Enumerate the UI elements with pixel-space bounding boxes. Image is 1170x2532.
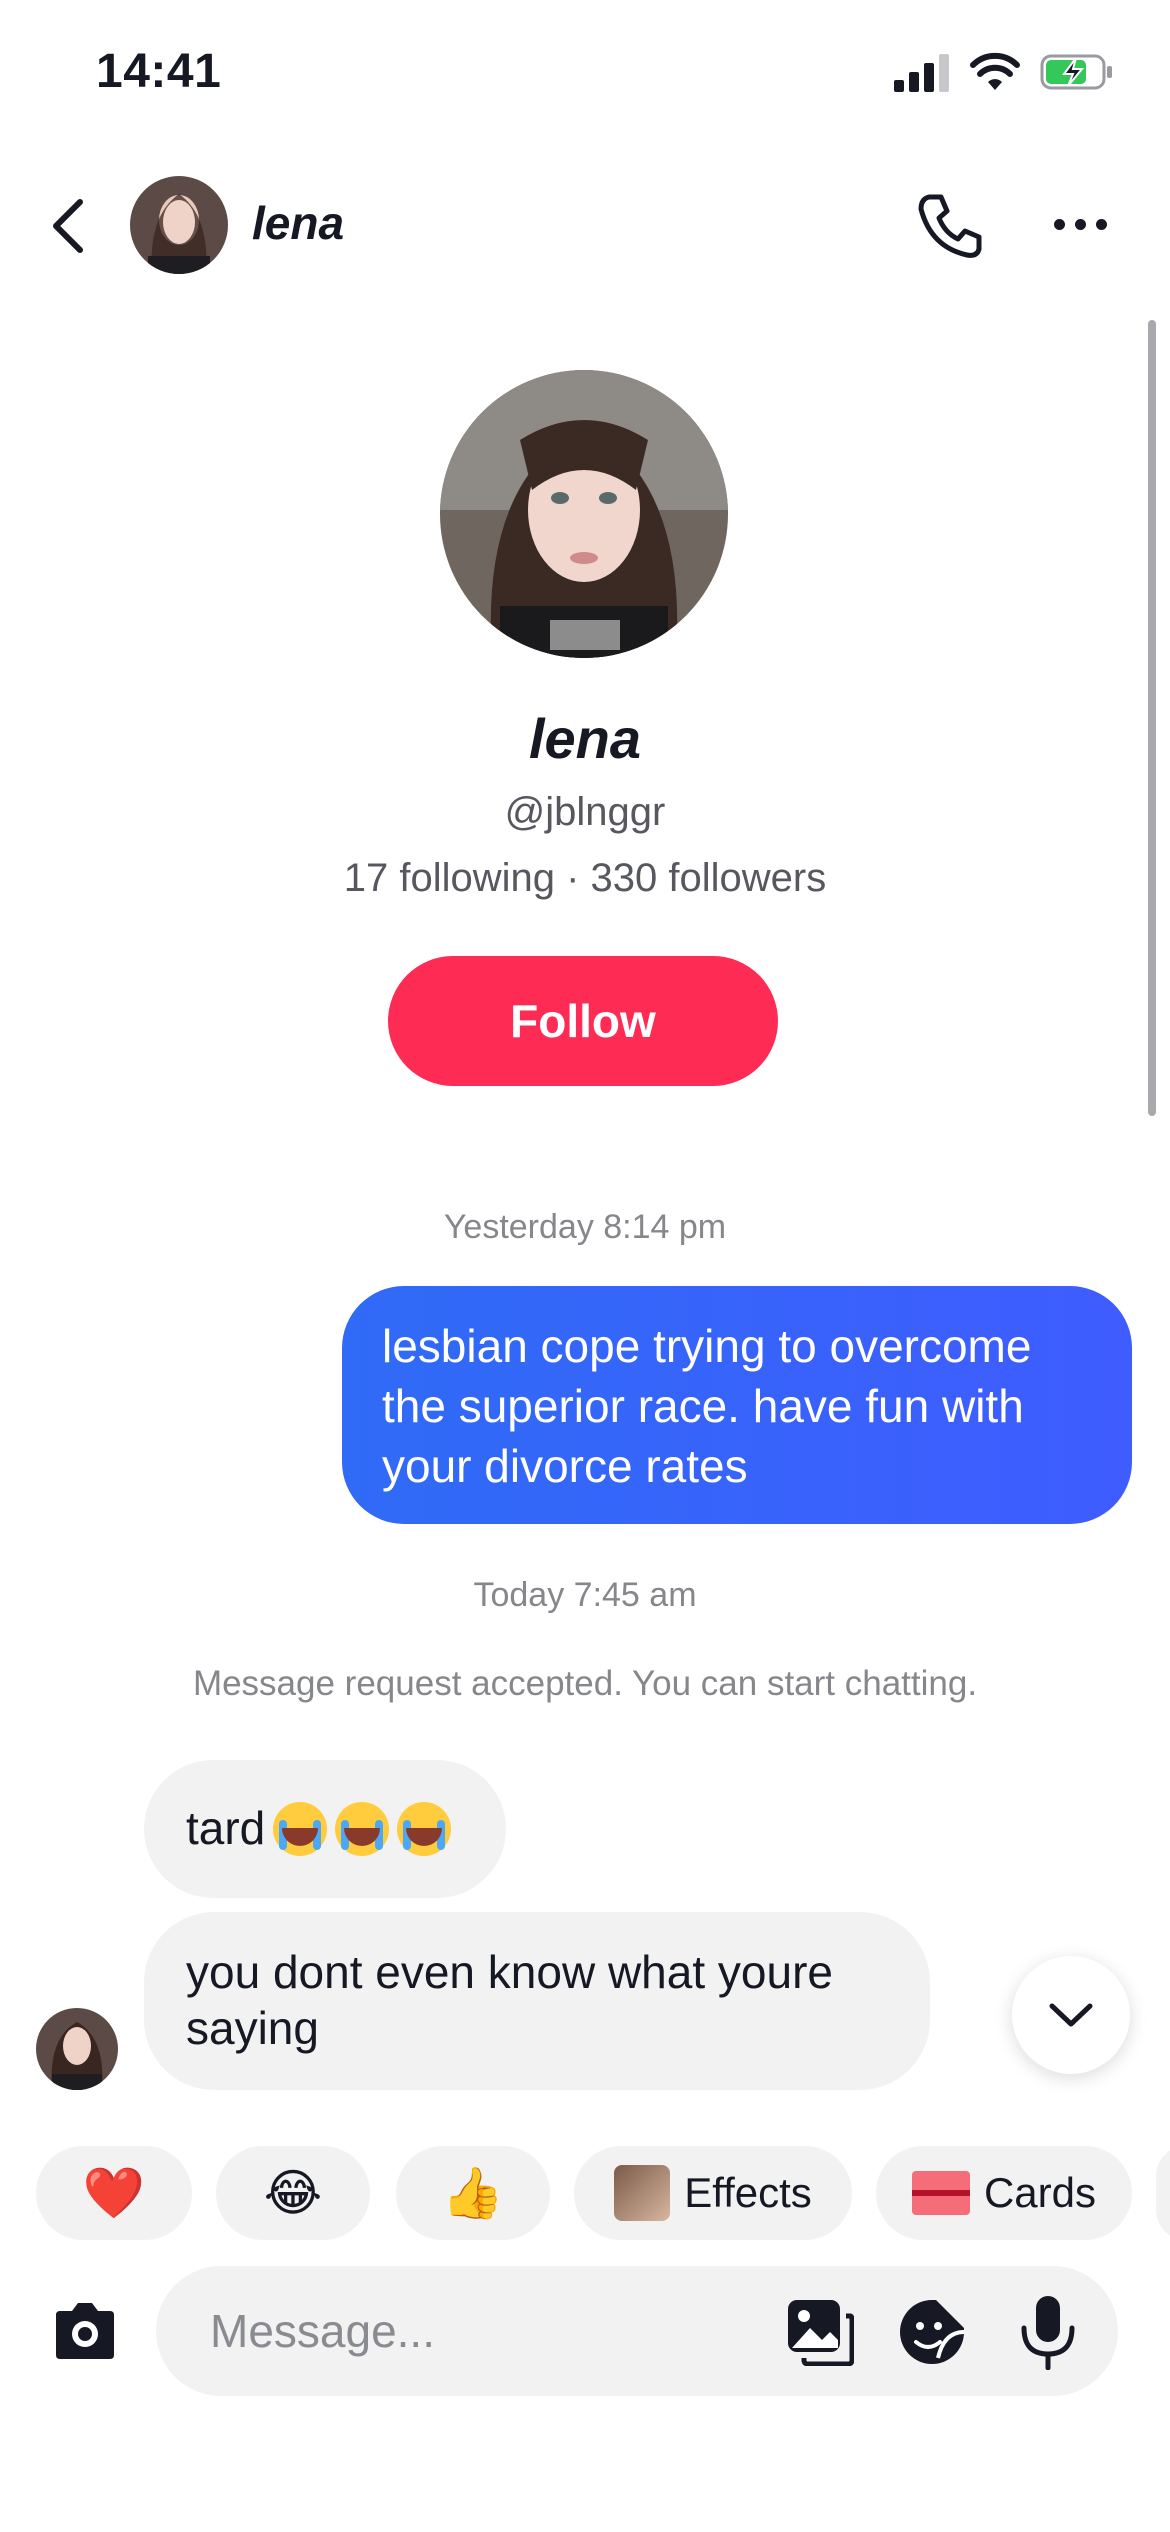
more-options-button[interactable] [1044,196,1116,252]
profile-stats: 17 following · 330 followers [343,856,827,900]
wifi-icon [970,52,1020,90]
status-icons [894,52,1114,92]
message-text: tard [186,1802,266,1854]
header-name[interactable]: lena [252,196,344,250]
more-horizontal-icon [1053,218,1065,230]
profile-name: lena [528,707,642,770]
scroll-to-bottom-button[interactable] [1012,1956,1130,2074]
microphone-button[interactable] [1012,2294,1084,2370]
sticker-emoji-icon [900,2300,965,2364]
effects-thumbnail-icon [614,2165,671,2221]
timestamp: Today 7:45 am [473,1576,697,1614]
quick-reply-heart[interactable]: ❤️ [36,2146,192,2240]
battery-charging-icon [1040,54,1112,90]
call-button[interactable] [910,186,990,266]
profile-handle: @jblnggr [504,790,666,834]
incoming-message[interactable]: you dont even know what youre saying [144,1912,930,2090]
more-chips[interactable] [1156,2146,1170,2240]
effects-chip[interactable]: Effects [574,2146,852,2240]
timestamp: Yesterday 8:14 pm [443,1208,727,1246]
gallery-button[interactable] [784,2296,856,2368]
sticker-button[interactable] [896,2296,968,2368]
gallery-icon [788,2300,854,2366]
gift-card-icon [911,2171,970,2215]
heart-emoji-icon: ❤️ [82,2164,146,2221]
header-avatar[interactable] [130,176,228,274]
incoming-message[interactable]: tard [144,1760,506,1898]
status-time: 14:41 [96,45,222,98]
cards-label: Cards [983,2169,1097,2216]
phone-icon [918,194,982,258]
camera-button[interactable] [46,2292,124,2370]
system-note: Message request accepted. You can start … [192,1664,978,1703]
profile-avatar[interactable] [440,370,728,658]
loudly-crying-emoji-icon [335,1802,390,1856]
sender-avatar[interactable] [36,2008,118,2090]
back-button[interactable] [40,190,96,262]
chevron-down-icon [1049,2003,1093,2027]
cellular-signal-icon [894,54,949,92]
thumbs-up-emoji-icon: 👍 [441,2164,505,2221]
camera-icon [56,2303,114,2359]
microphone-icon [1021,2296,1075,2370]
laughing-emoji-icon: 😂 [263,2165,323,2221]
follow-button[interactable]: Follow [388,956,778,1086]
loudly-crying-emoji-icon [273,1802,328,1856]
quick-reply-laugh[interactable]: 😂 [216,2146,370,2240]
message-placeholder[interactable]: Message... [210,2304,435,2358]
effects-label: Effects [684,2169,812,2216]
cards-chip[interactable]: Cards [876,2146,1132,2240]
loudly-crying-emoji-icon [397,1802,452,1856]
outgoing-message[interactable]: lesbian cope trying to overcome the supe… [342,1286,1132,1524]
quick-reply-thumbs-up[interactable]: 👍 [396,2146,550,2240]
chevron-left-icon [53,199,83,253]
